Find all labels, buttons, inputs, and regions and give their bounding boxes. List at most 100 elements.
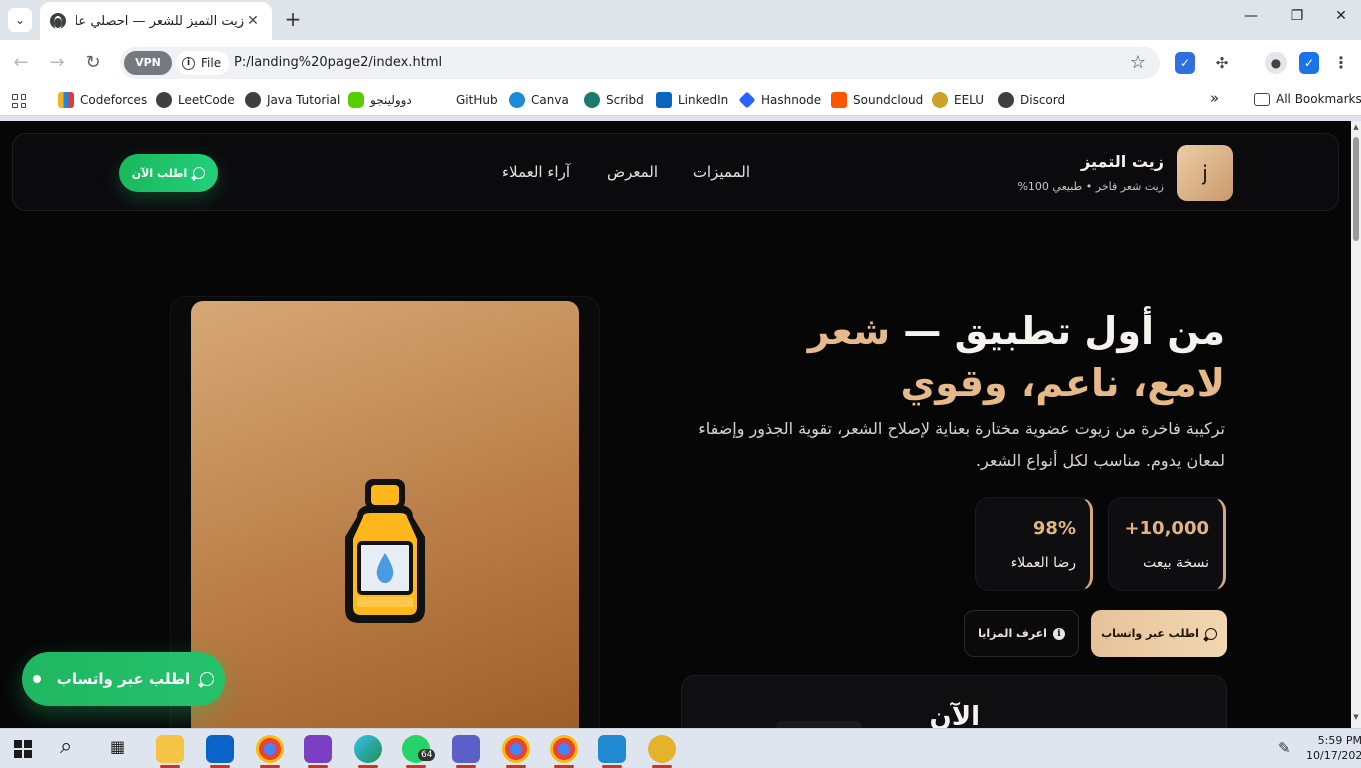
- search-icon[interactable]: ⌕: [60, 734, 72, 759]
- stat-label: رضا العملاء: [1010, 555, 1076, 571]
- status-dot: [32, 675, 41, 683]
- globe-icon: [245, 92, 261, 108]
- oil-bottle-icon: [345, 479, 425, 623]
- stat-card-satisfaction: 98% رضا العملاء: [975, 497, 1093, 591]
- scroll-up-arrow-icon[interactable]: ▲: [1352, 123, 1360, 131]
- bookmark-eelu[interactable]: EELU: [932, 92, 984, 108]
- bookmark-codeforces[interactable]: Codeforces: [58, 92, 147, 108]
- chrome-icon[interactable]: [502, 735, 530, 768]
- restore-button[interactable]: ❐: [1274, 8, 1320, 24]
- info-icon: i: [1052, 627, 1065, 640]
- floating-whatsapp-button[interactable]: اطلب عبر واتساب: [22, 652, 225, 706]
- windows-taskbar: ⌕ ▦ 64 ✎ 5:59 PM 10/17/2025: [0, 728, 1361, 768]
- scribd-icon: [584, 92, 600, 108]
- bookmark-linkedin[interactable]: LinkedIn: [656, 92, 728, 108]
- all-bookmarks-folder[interactable]: All Bookmarks: [1254, 92, 1361, 106]
- url-text[interactable]: P:/landing%20page2/index.html: [234, 55, 442, 70]
- header-order-button[interactable]: اطلب الآن: [119, 154, 218, 192]
- close-tab-icon[interactable]: ✕: [244, 13, 262, 29]
- scroll-down-arrow-icon[interactable]: ▼: [1352, 713, 1360, 721]
- browser-toolbar: ← → ↻ VPN i File P:/landing%20page2/inde…: [0, 40, 1361, 86]
- hashnode-icon: [738, 91, 756, 109]
- shield-extension-icon[interactable]: ✓: [1175, 52, 1195, 74]
- tab-title: زيت التميز للشعر — احصلي على: [76, 13, 244, 29]
- vpn-badge[interactable]: VPN: [124, 51, 172, 75]
- learn-features-button[interactable]: i اعرف المزايا: [964, 610, 1079, 657]
- teams-icon[interactable]: [452, 735, 480, 768]
- tab-strip: ⌄ زيت التميز للشعر — احصلي على ✕ + — ❐ ✕: [0, 0, 1361, 40]
- profile-avatar-icon[interactable]: ●: [1265, 52, 1287, 74]
- hero-title-line2: لامع، ناعم، وقوي: [900, 361, 1225, 405]
- pen-icon[interactable]: ✎: [1278, 739, 1291, 757]
- site-header: j زيت التميز زيت شعر فاخر • طبيعي 100% ا…: [12, 133, 1339, 211]
- back-arrow-icon[interactable]: ←: [10, 52, 32, 74]
- bookmark-hashnode[interactable]: Hashnode: [738, 91, 821, 109]
- extensions-puzzle-icon[interactable]: ✣: [1211, 52, 1233, 74]
- bookmark-scribd[interactable]: Scribd: [584, 92, 644, 108]
- vscode-icon[interactable]: [598, 735, 626, 768]
- bookmark-canva[interactable]: Canva: [509, 92, 569, 108]
- vpn-shield-icon[interactable]: [648, 735, 676, 768]
- github-icon: [434, 92, 450, 108]
- offer-card: الآن: [681, 675, 1227, 728]
- outlook-icon[interactable]: [206, 735, 234, 768]
- hero-title-line1: من أول تطبيق —: [903, 309, 1225, 353]
- nav-gallery[interactable]: المعرض: [607, 163, 658, 181]
- whatsapp-icon: [1204, 627, 1217, 640]
- notification-badge: 64: [418, 749, 436, 761]
- bookmark-github[interactable]: GitHub: [434, 92, 498, 108]
- file-explorer-icon[interactable]: [156, 735, 184, 768]
- bookmarks-bar: Codeforces LeetCode Java Tutorial دوولين…: [0, 86, 1361, 116]
- edge-icon[interactable]: [354, 735, 382, 768]
- windows-start-icon[interactable]: [14, 740, 32, 758]
- landing-page: j زيت التميز زيت شعر فاخر • طبيعي 100% ا…: [0, 121, 1351, 728]
- site-info-chip[interactable]: i File: [176, 51, 230, 75]
- bookmark-star-icon[interactable]: ☆: [1130, 52, 1146, 73]
- eelu-icon: [932, 92, 948, 108]
- clock-time: 5:59 PM: [1317, 734, 1361, 747]
- active-tab[interactable]: زيت التميز للشعر — احصلي على ✕: [40, 2, 272, 40]
- task-view-icon[interactable]: ▦: [110, 737, 125, 756]
- forward-arrow-icon[interactable]: →: [46, 52, 68, 74]
- stat-value: 98%: [1032, 518, 1076, 539]
- codeforces-icon: [58, 92, 74, 108]
- hero-title: من أول تطبيق — شعر لامع، ناعم، وقوي: [625, 305, 1225, 409]
- stat-value: 10,000+: [1124, 518, 1209, 539]
- folder-icon: [1254, 92, 1270, 106]
- clock-date: 10/17/2025: [1306, 749, 1361, 762]
- brand-name: زيت التميز: [1081, 152, 1164, 171]
- menu-kebab-icon[interactable]: ⋮: [1330, 52, 1352, 74]
- nav-testimonials[interactable]: آراء العملاء: [502, 163, 570, 181]
- brand-logo[interactable]: j: [1177, 145, 1233, 201]
- bookmark-leetcode[interactable]: LeetCode: [156, 92, 235, 108]
- bookmark-discord[interactable]: Discord: [998, 92, 1065, 108]
- whatsapp-icon[interactable]: 64: [402, 735, 436, 768]
- minimize-button[interactable]: —: [1228, 8, 1274, 24]
- bookmark-duolingo[interactable]: دوولينجو: [348, 92, 412, 108]
- tab-search-dropdown[interactable]: ⌄: [8, 8, 32, 32]
- system-clock[interactable]: 5:59 PM 10/17/2025: [1306, 733, 1361, 763]
- chrome-icon-2[interactable]: [550, 735, 578, 768]
- visual-studio-icon[interactable]: [304, 735, 332, 768]
- order-whatsapp-button[interactable]: اطلب عبر واتساب: [1091, 610, 1227, 657]
- globe-icon: [156, 92, 172, 108]
- apps-grid-icon[interactable]: [12, 94, 26, 108]
- globe-icon: [50, 13, 66, 30]
- security-extension-icon[interactable]: ✓: [1299, 52, 1319, 74]
- new-tab-button[interactable]: +: [282, 9, 304, 31]
- chrome-profile-icon[interactable]: [256, 735, 284, 768]
- whatsapp-icon: [200, 672, 215, 686]
- stat-card-sold: 10,000+ نسخة بيعت: [1108, 497, 1226, 591]
- offer-badge: [776, 721, 862, 728]
- bookmark-java-tutorial[interactable]: Java Tutorial: [245, 92, 340, 108]
- more-bookmarks-chevron-icon[interactable]: »: [1210, 89, 1219, 107]
- page-scrollbar[interactable]: ▲ ▼: [1351, 121, 1361, 728]
- address-bar[interactable]: VPN i File P:/landing%20page2/index.html…: [120, 47, 1160, 79]
- nav-features[interactable]: المميزات: [693, 163, 750, 181]
- bookmark-soundcloud[interactable]: Soundcloud: [831, 92, 923, 108]
- reload-icon[interactable]: ↻: [82, 52, 104, 74]
- brand-tagline: زيت شعر فاخر • طبيعي 100%: [1017, 180, 1164, 193]
- scrollbar-thumb[interactable]: [1353, 137, 1359, 241]
- close-window-button[interactable]: ✕: [1318, 8, 1361, 24]
- whatsapp-icon: [193, 167, 206, 179]
